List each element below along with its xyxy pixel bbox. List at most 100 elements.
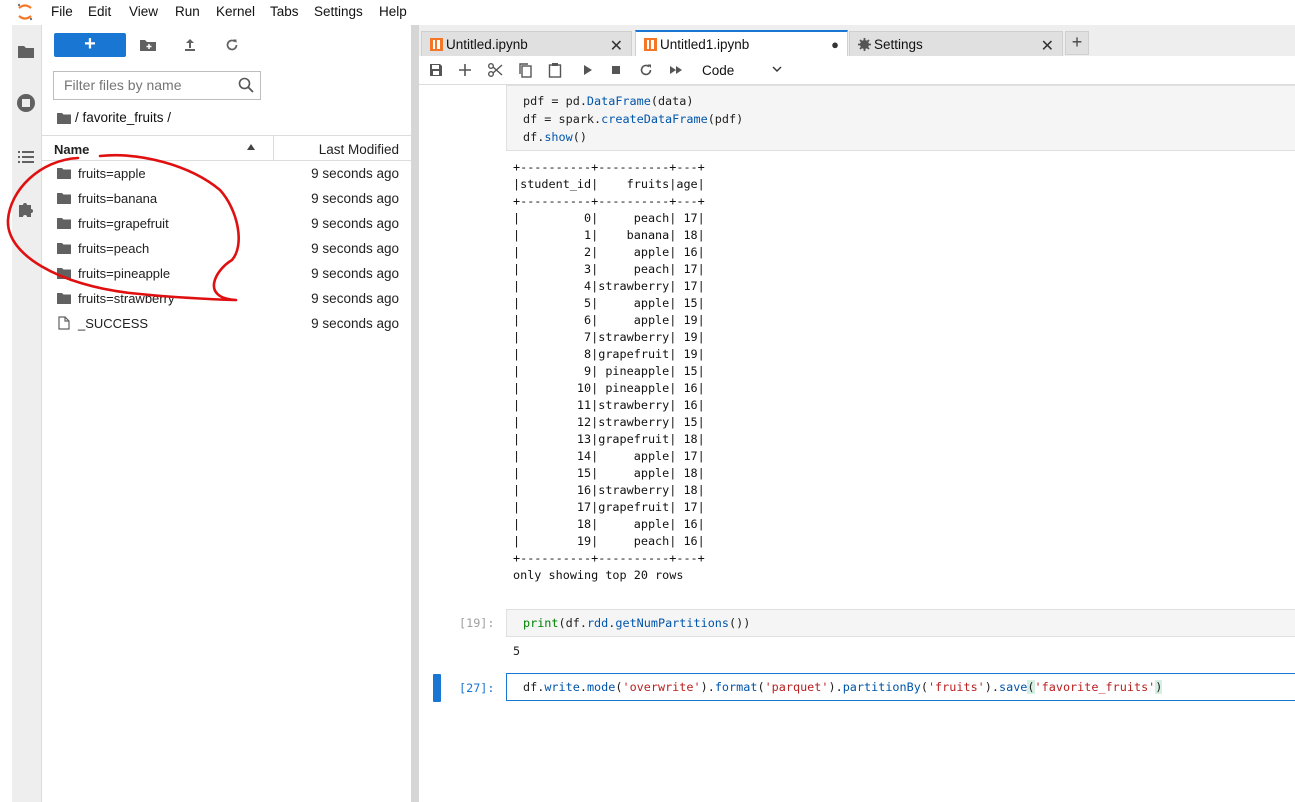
run-icon[interactable] xyxy=(579,62,595,78)
code-cell-editor-active[interactable]: df.write.mode('overwrite').format('parqu… xyxy=(506,673,1295,701)
add-tab-button[interactable]: + xyxy=(1065,31,1089,55)
refresh-icon[interactable] xyxy=(223,36,241,54)
menu-kernel[interactable]: Kernel xyxy=(216,4,255,19)
file-modified: 9 seconds ago xyxy=(311,216,399,231)
file-row[interactable]: fruits=grapefruit 9 seconds ago xyxy=(42,211,411,236)
tab-settings[interactable]: Settings ✕ xyxy=(849,31,1063,57)
folder-icon xyxy=(57,293,71,304)
menu-tabs[interactable]: Tabs xyxy=(270,4,299,19)
left-sidebar-rail xyxy=(12,25,42,802)
folder-icon xyxy=(57,268,71,279)
folder-icon xyxy=(57,168,71,179)
code-line: df.show() xyxy=(523,130,587,144)
file-modified: 9 seconds ago xyxy=(311,166,399,181)
new-launcher-button[interactable]: + xyxy=(54,33,126,57)
file-name: fruits=peach xyxy=(78,241,150,256)
cell-prompt: [19]: xyxy=(459,616,495,630)
paste-icon[interactable] xyxy=(547,62,563,78)
file-modified: 9 seconds ago xyxy=(311,316,399,331)
menu-file[interactable]: File xyxy=(51,4,73,19)
chevron-down-icon xyxy=(772,66,782,72)
search-icon xyxy=(238,77,254,93)
notebook-panel: pdf = pd.DataFrame(data) df = spark.crea… xyxy=(419,85,1295,802)
file-row[interactable]: fruits=strawberry 9 seconds ago xyxy=(42,286,411,311)
column-divider[interactable] xyxy=(273,136,274,160)
active-cell-indicator xyxy=(433,674,441,702)
folder-icon xyxy=(57,218,71,229)
notebook-icon xyxy=(430,38,443,51)
file-name: _SUCCESS xyxy=(78,316,149,331)
column-header-name[interactable]: Name xyxy=(54,142,89,157)
file-row[interactable]: fruits=apple 9 seconds ago xyxy=(42,161,411,186)
menu-view[interactable]: View xyxy=(129,4,158,19)
file-row[interactable]: fruits=peach 9 seconds ago xyxy=(42,236,411,261)
cut-icon[interactable] xyxy=(487,62,503,78)
notebook-icon xyxy=(644,38,657,51)
folder-icon[interactable] xyxy=(15,40,37,62)
code-line: pdf = pd.DataFrame(data) xyxy=(523,94,694,108)
table-of-contents-icon[interactable] xyxy=(15,146,37,168)
file-name: fruits=banana xyxy=(78,191,158,206)
breadcrumb-path[interactable]: / favorite_fruits / xyxy=(75,110,171,125)
file-row[interactable]: fruits=pineapple 9 seconds ago xyxy=(42,261,411,286)
file-browser: + / favorite_fruits / Name Last Modified… xyxy=(42,25,411,802)
menu-edit[interactable]: Edit xyxy=(88,4,111,19)
document-tab-bar: Untitled.ipynb ✕ Untitled1.ipynb ● Setti… xyxy=(419,25,1295,57)
tab-untitled1[interactable]: Untitled1.ipynb ● xyxy=(635,30,848,57)
sort-ascending-icon[interactable] xyxy=(246,143,256,151)
file-name: fruits=apple xyxy=(78,166,146,181)
run-all-icon[interactable] xyxy=(668,62,684,78)
menu-help[interactable]: Help xyxy=(379,4,407,19)
code-line: df = spark.createDataFrame(pdf) xyxy=(523,112,744,126)
tab-label: Untitled.ipynb xyxy=(446,37,528,52)
file-row[interactable]: _SUCCESS 9 seconds ago xyxy=(42,311,411,336)
folder-icon xyxy=(57,193,71,204)
insert-cell-icon[interactable] xyxy=(457,62,473,78)
column-header-modified[interactable]: Last Modified xyxy=(319,142,399,157)
new-folder-icon[interactable] xyxy=(139,36,157,54)
extension-manager-icon[interactable] xyxy=(15,198,37,220)
code-line: print(df.rdd.getNumPartitions()) xyxy=(523,616,751,630)
menu-settings[interactable]: Settings xyxy=(314,4,363,19)
close-tab-icon[interactable]: ✕ xyxy=(610,36,623,56)
restart-icon[interactable] xyxy=(638,62,654,78)
file-modified: 9 seconds ago xyxy=(311,191,399,206)
jupyter-logo-icon xyxy=(17,3,33,21)
file-modified: 9 seconds ago xyxy=(311,291,399,306)
code-line: df.write.mode('overwrite').format('parqu… xyxy=(523,680,1163,694)
folder-icon xyxy=(57,113,71,124)
menu-bar: File Edit View Run Kernel Tabs Settings … xyxy=(0,0,1295,25)
file-list-header: Name Last Modified xyxy=(42,135,411,161)
file-row[interactable]: fruits=banana 9 seconds ago xyxy=(42,186,411,211)
menu-run[interactable]: Run xyxy=(175,4,200,19)
filter-files-field[interactable] xyxy=(53,71,261,100)
close-tab-icon[interactable]: ✕ xyxy=(1041,36,1054,56)
running-kernels-icon[interactable] xyxy=(15,92,37,114)
file-name: fruits=pineapple xyxy=(78,266,171,281)
tab-label: Settings xyxy=(874,37,923,52)
code-cell-editor[interactable]: pdf = pd.DataFrame(data) df = spark.crea… xyxy=(506,85,1295,151)
cell-output: 5 xyxy=(513,644,521,658)
gear-icon xyxy=(858,38,871,51)
panel-splitter[interactable] xyxy=(411,25,419,802)
file-name: fruits=strawberry xyxy=(78,291,175,306)
folder-icon xyxy=(57,243,71,254)
notebook-toolbar: Code xyxy=(419,56,1295,85)
upload-icon[interactable] xyxy=(181,36,199,54)
file-modified: 9 seconds ago xyxy=(311,241,399,256)
cell-type-value: Code xyxy=(702,63,735,78)
copy-icon[interactable] xyxy=(517,62,533,78)
save-icon[interactable] xyxy=(428,62,444,78)
stop-icon[interactable] xyxy=(608,62,624,78)
breadcrumb[interactable]: / favorite_fruits / xyxy=(57,110,171,128)
cell-output-dataframe: +----------+----------+---+ |student_id|… xyxy=(513,160,705,582)
filter-files-input[interactable] xyxy=(54,72,234,97)
cell-prompt: [27]: xyxy=(459,681,495,695)
file-name: fruits=grapefruit xyxy=(78,216,169,231)
file-modified: 9 seconds ago xyxy=(311,266,399,281)
code-cell-editor[interactable]: print(df.rdd.getNumPartitions()) xyxy=(506,609,1295,637)
unsaved-dot-icon[interactable]: ● xyxy=(831,37,839,52)
tab-untitled[interactable]: Untitled.ipynb ✕ xyxy=(421,31,632,57)
file-icon xyxy=(58,316,70,330)
tab-label: Untitled1.ipynb xyxy=(660,37,750,52)
